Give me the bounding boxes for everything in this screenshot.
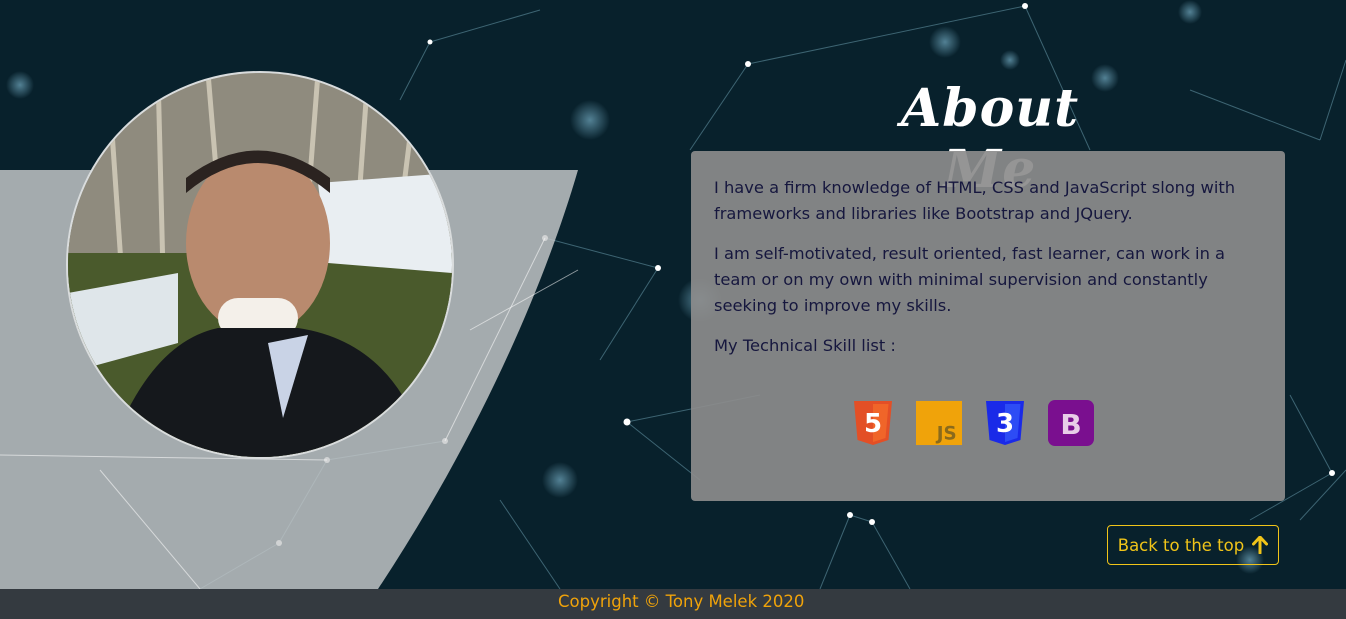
svg-text:JS: JS xyxy=(935,423,957,444)
back-to-top-button[interactable]: Back to the top xyxy=(1107,525,1279,565)
about-card: I have a firm knowledge of HTML, CSS and… xyxy=(691,151,1285,501)
skills-icon-list: 5 JS 3 B xyxy=(850,400,1094,448)
copyright-text: Copyright © Tony Melek 2020 xyxy=(558,592,805,611)
svg-text:5: 5 xyxy=(864,409,882,439)
profile-photo-illustration xyxy=(68,73,452,457)
arrow-up-icon xyxy=(1252,536,1269,554)
javascript-icon: JS xyxy=(916,400,962,446)
html5-icon: 5 xyxy=(850,400,896,446)
about-paragraph-2: I am self-motivated, result oriented, fa… xyxy=(714,244,1226,315)
svg-text:B: B xyxy=(1060,408,1081,441)
skills-label: My Technical Skill list : xyxy=(714,336,896,355)
profile-photo xyxy=(66,71,454,459)
css3-icon: 3 xyxy=(982,400,1028,446)
bootstrap-icon: B xyxy=(1048,400,1094,446)
back-to-top-label: Back to the top xyxy=(1117,535,1245,555)
about-paragraph-1: I have a firm knowledge of HTML, CSS and… xyxy=(714,178,1236,223)
svg-text:3: 3 xyxy=(996,409,1014,439)
footer: Copyright © Tony Melek 2020 xyxy=(0,589,1346,619)
